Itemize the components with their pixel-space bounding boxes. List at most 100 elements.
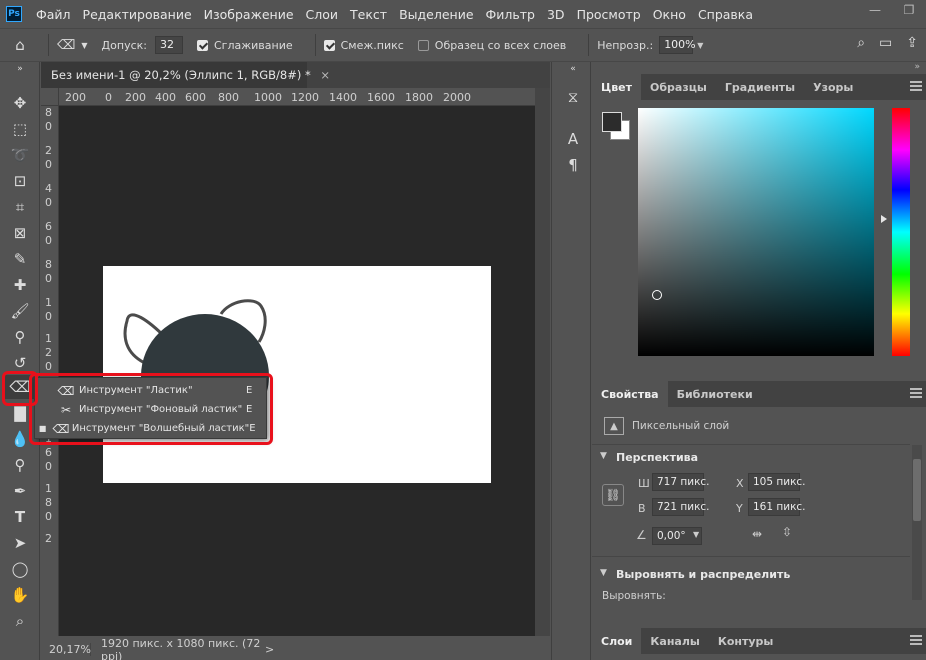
move-tool-icon[interactable]: ✥ bbox=[4, 91, 36, 115]
width-label: Ш bbox=[638, 477, 650, 490]
tab-color[interactable]: Цвет bbox=[592, 74, 642, 100]
tab-layers[interactable]: Слои bbox=[592, 628, 642, 654]
flip-vertical-icon[interactable]: ⇳ bbox=[782, 525, 792, 539]
ruler-label: 800 bbox=[218, 91, 239, 104]
dodge-tool-icon[interactable]: ⚲ bbox=[4, 453, 36, 477]
height-input[interactable]: 721 пикс. bbox=[652, 498, 710, 516]
foreground-color-swatch[interactable] bbox=[602, 112, 622, 132]
zoom-tool-icon[interactable]: ⌕ bbox=[4, 609, 36, 633]
vertical-ruler: 8 0 2 0 4 0 6 0 8 0 1 0 1 2 0 1 4 0 1 6 … bbox=[41, 106, 59, 636]
panel-menu-icon[interactable] bbox=[910, 635, 922, 645]
panel-menu-icon[interactable] bbox=[910, 388, 922, 398]
collapse-chevron-icon[interactable]: ▼ bbox=[600, 568, 607, 578]
contiguous-label: Смеж.пикс bbox=[340, 38, 404, 52]
tool-highlight-annotation bbox=[2, 371, 38, 406]
ruler-origin[interactable] bbox=[41, 88, 59, 106]
tab-libraries[interactable]: Библиотеки bbox=[668, 381, 762, 407]
collapse-chevron-icon[interactable]: ▼ bbox=[600, 451, 607, 461]
angle-icon: ∠ bbox=[636, 528, 647, 542]
workspace-icon[interactable]: ▭ bbox=[879, 35, 892, 51]
menu-image[interactable]: Изображение bbox=[198, 7, 300, 22]
minimize-icon[interactable]: — bbox=[858, 0, 892, 20]
ruler-label: 400 bbox=[155, 91, 176, 104]
properties-scrollbar[interactable] bbox=[912, 445, 922, 600]
clone-stamp-tool-icon[interactable]: ⚲ bbox=[4, 325, 36, 349]
ruler-label: 200 bbox=[65, 91, 86, 104]
tab-properties[interactable]: Свойства bbox=[592, 381, 668, 407]
home-icon[interactable]: ⌂ bbox=[0, 36, 40, 54]
link-dimensions-icon[interactable]: ⛓ bbox=[602, 484, 624, 506]
ruler-label: 600 bbox=[185, 91, 206, 104]
y-input[interactable]: 161 пикс. bbox=[748, 498, 806, 516]
ruler-label: 2000 bbox=[443, 91, 471, 104]
width-input[interactable]: 717 пикс. bbox=[652, 473, 710, 491]
align-section-title: Выровнять и распределить bbox=[616, 568, 791, 581]
document-scrollbar[interactable] bbox=[535, 88, 550, 636]
menu-view[interactable]: Просмотр bbox=[571, 7, 647, 22]
brush-tool-icon[interactable]: 🖌 bbox=[4, 299, 36, 323]
menu-layers[interactable]: Слои bbox=[300, 7, 345, 22]
tab-patterns[interactable]: Узоры bbox=[804, 74, 862, 100]
crop-tool-icon[interactable]: ⌗ bbox=[4, 195, 36, 219]
document-tab[interactable]: Без имени-1 @ 20,2% (Эллипс 1, RGB/8#) *… bbox=[41, 62, 330, 88]
color-picker-cursor[interactable] bbox=[652, 290, 662, 300]
divider bbox=[314, 34, 316, 56]
scrollbar-thumb[interactable] bbox=[913, 459, 921, 521]
healing-brush-tool-icon[interactable]: ✚ bbox=[4, 273, 36, 297]
hue-slider-handle[interactable] bbox=[881, 215, 887, 223]
tab-paths[interactable]: Контуры bbox=[709, 628, 783, 654]
layer-type-label: Пиксельный слой bbox=[632, 420, 730, 432]
type-tool-icon[interactable]: T bbox=[4, 505, 36, 529]
eyedropper-tool-icon[interactable]: ✎ bbox=[4, 247, 36, 271]
options-bar: ⌂ ⌫ ▼ Допуск: 32 Сглаживание Смеж.пикс О… bbox=[0, 28, 926, 62]
hue-slider[interactable] bbox=[892, 108, 910, 356]
panel-menu-icon[interactable] bbox=[910, 81, 922, 91]
menu-window[interactable]: Окно bbox=[647, 7, 692, 22]
menu-type[interactable]: Текст bbox=[344, 7, 393, 22]
angle-dropdown-icon[interactable]: ▼ bbox=[693, 530, 699, 539]
frame-tool-icon[interactable]: ⊠ bbox=[4, 221, 36, 245]
opacity-dropdown-icon[interactable]: ▼ bbox=[697, 41, 703, 50]
object-selection-tool-icon[interactable]: ⊡ bbox=[4, 169, 36, 193]
status-menu-arrow-icon[interactable]: > bbox=[261, 643, 274, 656]
lasso-tool-icon[interactable]: ➰ bbox=[4, 143, 36, 167]
menu-3d[interactable]: 3D bbox=[541, 7, 571, 22]
maximize-icon[interactable]: ❐ bbox=[892, 0, 926, 20]
pen-tool-icon[interactable]: ✒ bbox=[4, 479, 36, 503]
antialias-checkbox[interactable] bbox=[196, 39, 208, 51]
hand-tool-icon[interactable]: ✋ bbox=[4, 583, 36, 607]
x-input[interactable]: 105 пикс. bbox=[748, 473, 806, 491]
document-canvas[interactable] bbox=[59, 106, 535, 636]
tab-swatches[interactable]: Образцы bbox=[641, 74, 716, 100]
flip-horizontal-icon[interactable]: ⇹ bbox=[752, 527, 762, 541]
close-tab-icon[interactable]: × bbox=[320, 68, 330, 82]
search-icon[interactable]: ⌕ bbox=[857, 35, 865, 51]
menu-file[interactable]: Файл bbox=[30, 7, 77, 22]
character-panel-icon[interactable]: A bbox=[561, 128, 585, 150]
sample-all-layers-checkbox[interactable] bbox=[417, 39, 429, 51]
opacity-input[interactable]: 100% bbox=[659, 36, 696, 54]
share-icon[interactable]: ⇪ bbox=[906, 35, 918, 51]
color-picker-field[interactable] bbox=[638, 108, 874, 356]
zoom-level[interactable]: 20,17% bbox=[41, 643, 91, 656]
ruler-label: 4 bbox=[45, 182, 52, 195]
expand-panels-icon[interactable]: « bbox=[561, 64, 585, 74]
tab-gradients[interactable]: Градиенты bbox=[716, 74, 804, 100]
collapse-panels-icon[interactable]: » bbox=[914, 62, 920, 72]
path-selection-tool-icon[interactable]: ➤ bbox=[4, 531, 36, 555]
paragraph-panel-icon[interactable]: ¶ bbox=[561, 154, 585, 176]
contiguous-checkbox[interactable] bbox=[323, 39, 335, 51]
menu-edit[interactable]: Редактирование bbox=[77, 7, 198, 22]
history-panel-icon[interactable]: ⧖ bbox=[561, 86, 585, 108]
collapse-toolbar-icon[interactable]: » bbox=[4, 64, 36, 74]
tab-channels[interactable]: Каналы bbox=[641, 628, 708, 654]
menu-select[interactable]: Выделение bbox=[393, 7, 479, 22]
ellipse-tool-icon[interactable]: ◯ bbox=[4, 557, 36, 581]
marquee-tool-icon[interactable]: ⬚ bbox=[4, 117, 36, 141]
ruler-label: 0 bbox=[45, 196, 52, 209]
tool-preset-picker[interactable]: ⌫ ▼ bbox=[57, 38, 88, 53]
canvas-workspace[interactable] bbox=[59, 106, 535, 636]
menu-help[interactable]: Справка bbox=[692, 7, 759, 22]
menu-filter[interactable]: Фильтр bbox=[480, 7, 541, 22]
tolerance-input[interactable]: 32 bbox=[154, 36, 183, 54]
